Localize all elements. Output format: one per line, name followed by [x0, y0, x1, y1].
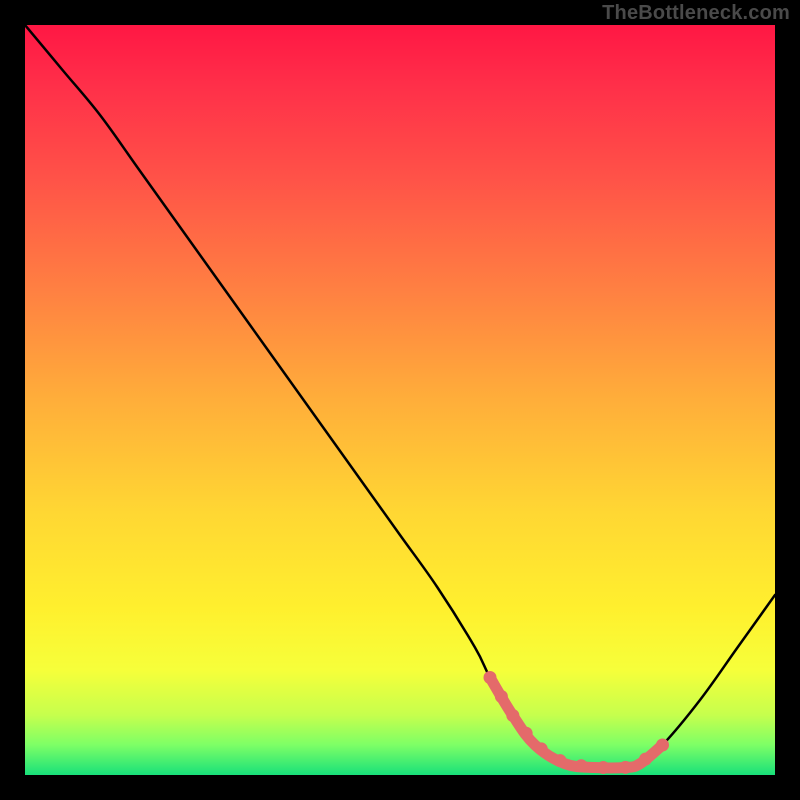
bottleneck-chart [25, 25, 775, 775]
gradient-background [25, 25, 775, 775]
plot-area [25, 25, 775, 775]
chart-frame: TheBottleneck.com [0, 0, 800, 800]
watermark-text: TheBottleneck.com [602, 2, 790, 25]
